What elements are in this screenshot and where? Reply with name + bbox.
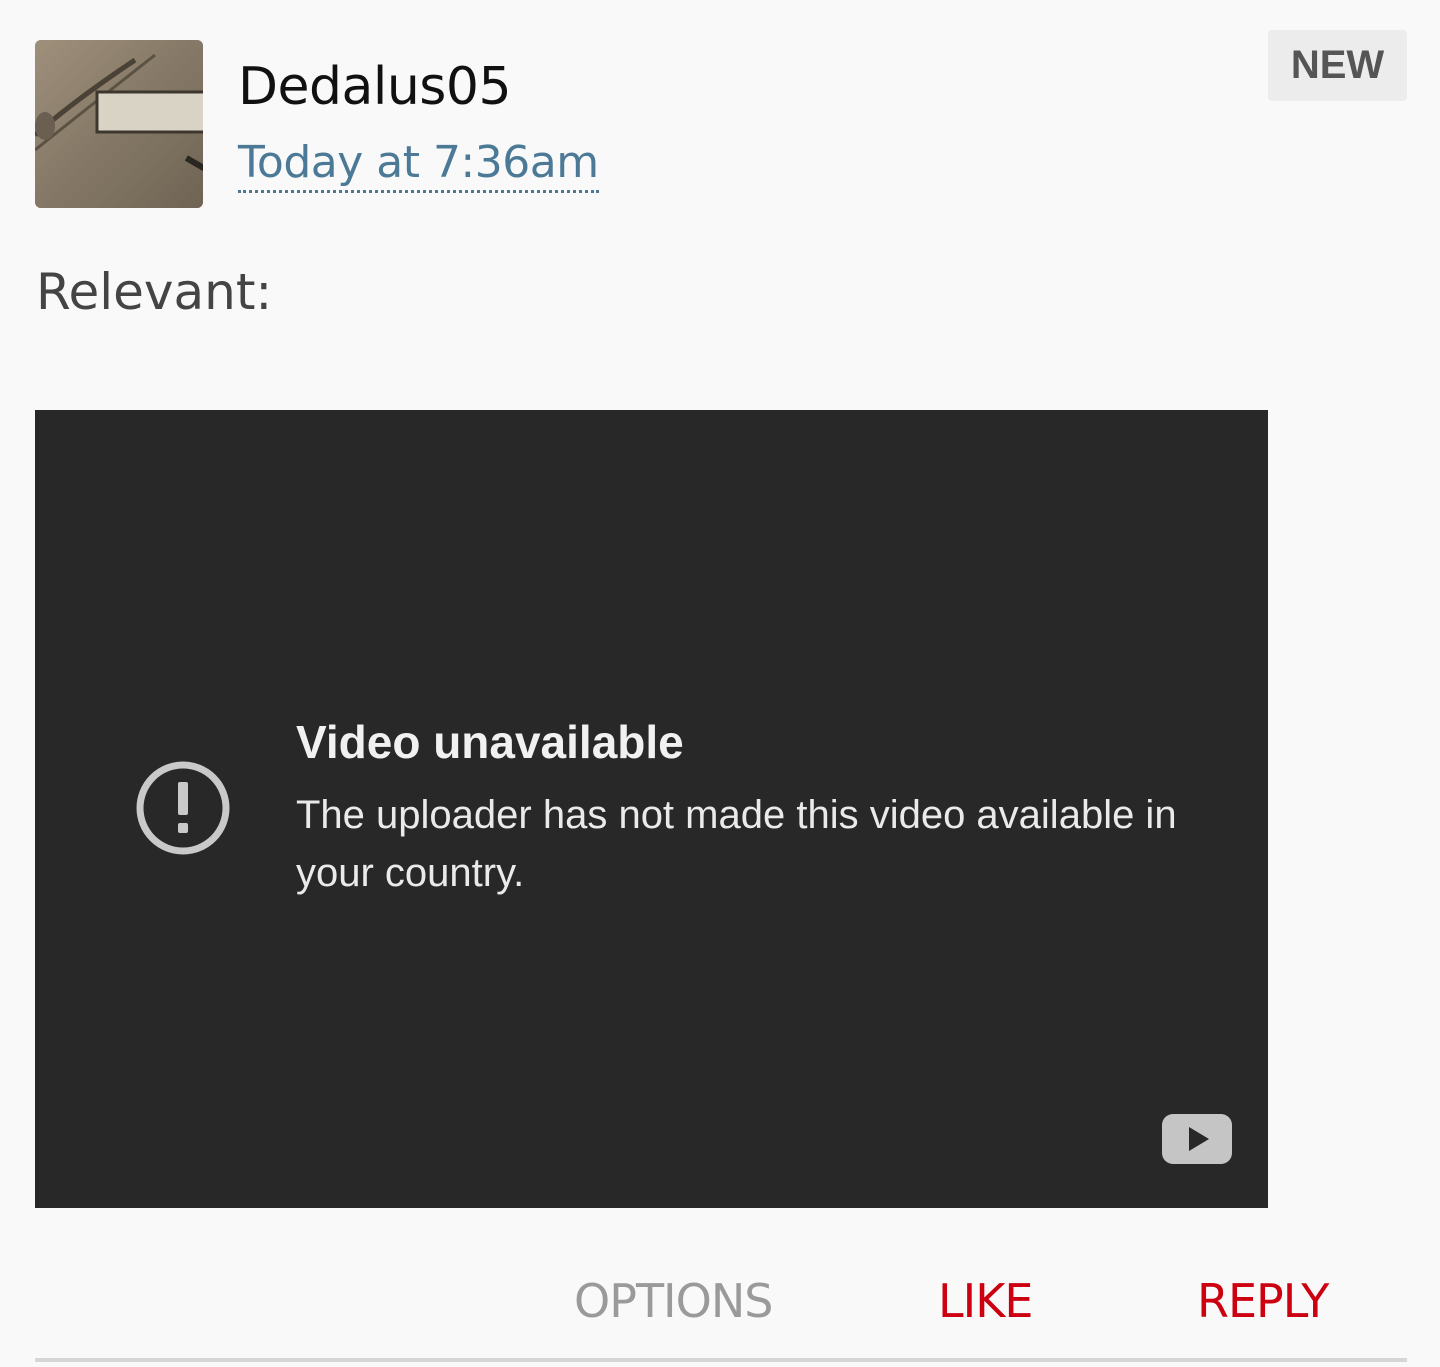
options-button[interactable]: OPTIONS	[574, 1272, 773, 1330]
reply-button[interactable]: REPLY	[1197, 1272, 1329, 1330]
post-username[interactable]: Dedalus05	[238, 56, 512, 118]
post-timestamp-link[interactable]: Today at 7:36am	[238, 136, 599, 193]
user-avatar[interactable]	[35, 40, 203, 208]
post-body-text: Relevant:	[36, 263, 273, 321]
post-divider	[35, 1358, 1407, 1362]
video-embed[interactable]: Video unavailable The uploader has not m…	[35, 410, 1268, 1208]
video-unavailable-title: Video unavailable	[296, 716, 684, 768]
youtube-logo-icon[interactable]	[1162, 1113, 1234, 1165]
new-badge: NEW	[1268, 30, 1407, 101]
like-button[interactable]: LIKE	[938, 1272, 1033, 1330]
avatar-image	[35, 40, 203, 208]
exclamation-circle-icon	[136, 761, 230, 855]
video-unavailable-message: The uploader has not made this video ava…	[296, 793, 1177, 895]
